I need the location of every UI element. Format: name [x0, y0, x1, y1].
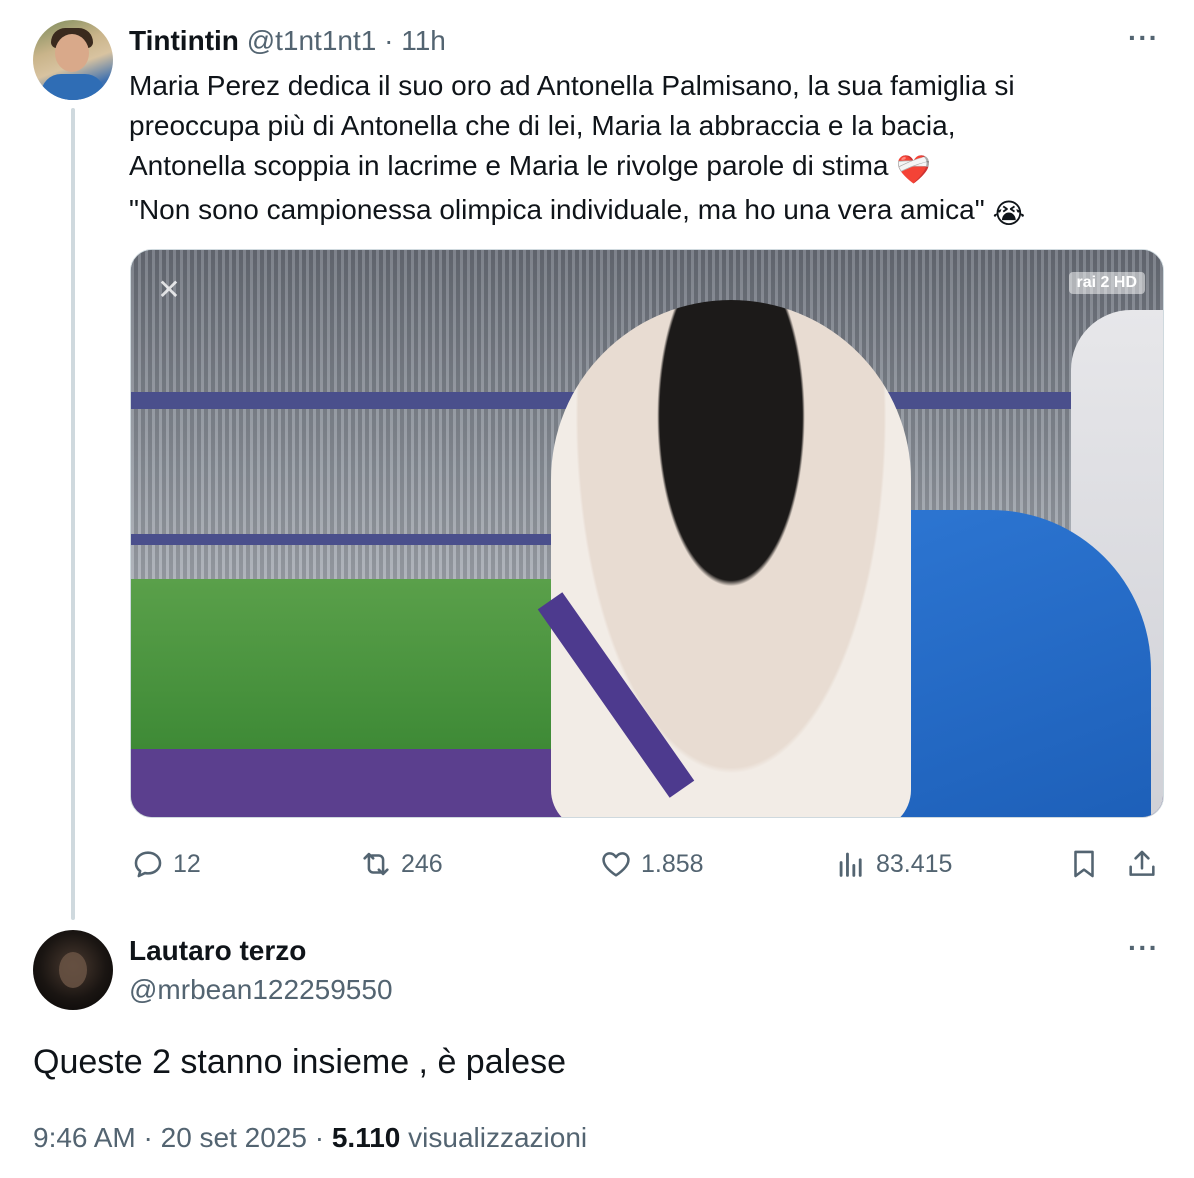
separator: ·: [314, 1122, 325, 1153]
heart-icon: [602, 852, 630, 877]
analytics-icon: [839, 852, 862, 877]
views-count: 5.110: [331, 1122, 401, 1153]
view-count: 83.415: [876, 849, 953, 878]
share-icon: [1129, 850, 1155, 876]
person-embracing: [551, 300, 911, 817]
repost-icon: [363, 852, 389, 876]
more-options-icon[interactable]: ···: [1128, 934, 1159, 962]
tweet-line-2: preoccupa più di Antonella che di lei, M…: [129, 110, 956, 141]
separator: ·: [143, 1122, 153, 1153]
bookmark-icon: [1074, 850, 1094, 878]
like-count: 1.858: [641, 849, 704, 878]
tweet-line-3-text: Antonella scoppia in lacrime e Maria le …: [129, 150, 889, 181]
tweet-actions: 12 246 1.858 83.415: [129, 842, 1169, 892]
reply-button[interactable]: 12: [131, 842, 201, 886]
share-button[interactable]: [1125, 842, 1159, 886]
tweet-line-3: Antonella scoppia in lacrime e Maria le …: [129, 146, 1169, 190]
tweet-metadata: 9:46 AM · 20 set 2025 · 5.110 visualizza…: [33, 1120, 587, 1156]
handle[interactable]: @mrbean122259550: [129, 973, 393, 1007]
tweet-time[interactable]: 9:46 AM: [33, 1122, 136, 1153]
avatar-face: [55, 34, 89, 72]
reply-count: 12: [173, 849, 201, 878]
display-name[interactable]: Tintintin: [129, 25, 239, 56]
crying-face-emoji-icon: 😭: [992, 198, 1026, 229]
reply-icon: [134, 851, 162, 878]
mending-heart-emoji-icon: ❤️‍🩹: [896, 154, 932, 185]
tweet-text: Maria Perez dedica il suo oro ad Antonel…: [129, 66, 1169, 234]
handle[interactable]: @t1nt1nt1: [247, 25, 377, 56]
tweet-line-1: Maria Perez dedica il suo oro ad Antonel…: [129, 70, 1015, 101]
tweet-line-4-text: "Non sono campionessa olimpica individua…: [129, 194, 985, 225]
avatar-shirt: [41, 74, 105, 100]
avatar[interactable]: [33, 20, 113, 100]
views-button[interactable]: 83.415: [834, 842, 952, 886]
like-button[interactable]: 1.858: [599, 842, 704, 886]
capcut-logo-icon: ✕: [157, 274, 181, 305]
tweet-date[interactable]: 20 set 2025: [161, 1122, 307, 1153]
more-options-icon[interactable]: ···: [1128, 24, 1159, 52]
tweet-header: Tintintin @t1nt1nt1 · 11h: [129, 24, 446, 58]
bookmark-button[interactable]: [1067, 842, 1101, 886]
tweet-text: Queste 2 stanno insieme , è palese: [33, 1043, 566, 1081]
broadcaster-watermark: rai 2 HD: [1068, 272, 1145, 294]
avatar[interactable]: [33, 930, 113, 1010]
repost-count: 246: [401, 849, 443, 878]
timestamp[interactable]: 11h: [401, 25, 446, 56]
separator: ·: [384, 25, 394, 56]
repost-button[interactable]: 246: [359, 842, 443, 886]
avatar-face: [59, 952, 87, 988]
tweet-line-4: "Non sono campionessa olimpica individua…: [129, 190, 1169, 234]
thread-line: [71, 108, 75, 920]
display-name[interactable]: Lautaro terzo: [129, 934, 306, 968]
views-label: visualizzazioni: [408, 1122, 588, 1153]
tweet-media-video[interactable]: ✕ rai 2 HD: [130, 249, 1164, 818]
